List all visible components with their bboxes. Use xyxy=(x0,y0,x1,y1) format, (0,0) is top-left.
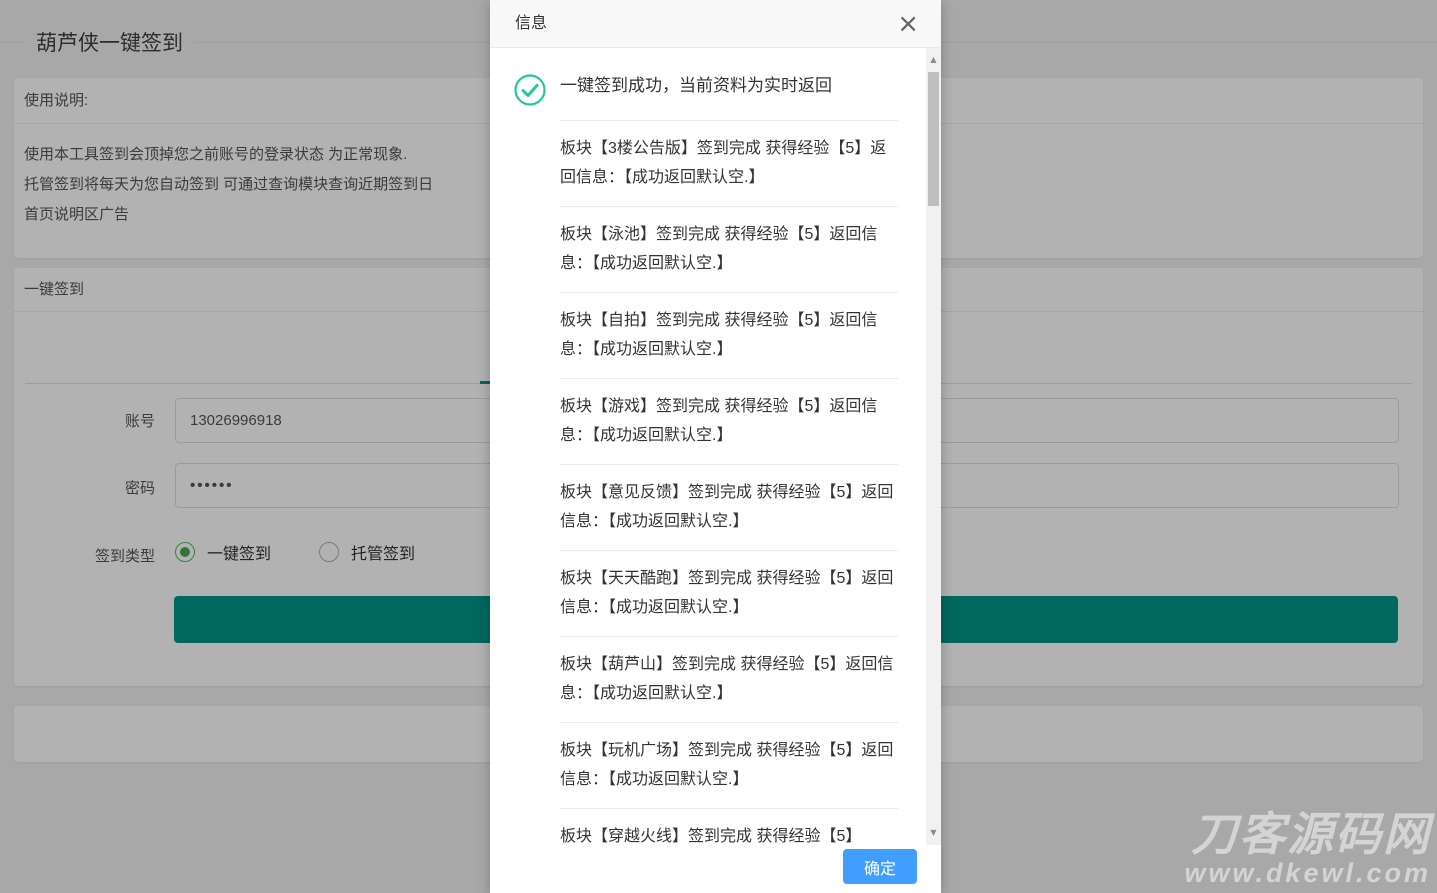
success-row: 一键签到成功，当前资料为实时返回 xyxy=(560,48,898,121)
result-row: 板块【葫芦山】签到完成 获得经验【5】返回信息：【成功返回默认空.】 xyxy=(560,637,898,723)
result-list: 一键签到成功，当前资料为实时返回 板块【3楼公告版】签到完成 获得经验【5】返回… xyxy=(490,48,926,845)
success-message: 一键签到成功，当前资料为实时返回 xyxy=(560,76,832,95)
result-row: 板块【泳池】签到完成 获得经验【5】返回信息：【成功返回默认空.】 xyxy=(560,207,898,293)
scrollbar-thumb[interactable] xyxy=(928,72,939,206)
result-row: 板块【自拍】签到完成 获得经验【5】返回信息：【成功返回默认空.】 xyxy=(560,293,898,379)
message-dialog: 信息 × 一键签到成功，当前资料为实时返回 板块【3楼公告版】签到完成 获得经验… xyxy=(490,0,941,893)
scrollbar-track[interactable]: ▲ ▼ xyxy=(926,48,941,845)
result-row: 板块【3楼公告版】签到完成 获得经验【5】返回信息：【成功返回默认空.】 xyxy=(560,121,898,207)
ok-button[interactable]: 确定 xyxy=(843,849,917,884)
close-icon[interactable]: × xyxy=(891,0,925,48)
result-row: 板块【游戏】签到完成 获得经验【5】返回信息：【成功返回默认空.】 xyxy=(560,379,898,465)
scroll-up-icon[interactable]: ▲ xyxy=(926,52,941,68)
scroll-down-icon[interactable]: ▼ xyxy=(926,825,941,841)
result-row: 板块【天天酷跑】签到完成 获得经验【5】返回信息：【成功返回默认空.】 xyxy=(560,551,898,637)
result-row: 板块【玩机广场】签到完成 获得经验【5】返回信息：【成功返回默认空.】 xyxy=(560,723,898,809)
result-row: 板块【穿越火线】签到完成 获得经验【5】 xyxy=(560,809,898,845)
dialog-scroll-area: 一键签到成功，当前资料为实时返回 板块【3楼公告版】签到完成 获得经验【5】返回… xyxy=(490,48,941,845)
screen: 葫芦侠一键签到 使用说明: 使用本工具签到会顶掉您之前账号的登录状态 为正常现象… xyxy=(0,0,1437,893)
result-row: 板块【意见反馈】签到完成 获得经验【5】返回信息：【成功返回默认空.】 xyxy=(560,465,898,551)
dialog-footer: 确定 xyxy=(490,845,941,893)
success-check-icon xyxy=(514,74,546,106)
dialog-title: 信息 xyxy=(515,15,547,32)
dialog-header: 信息 × xyxy=(490,0,941,48)
